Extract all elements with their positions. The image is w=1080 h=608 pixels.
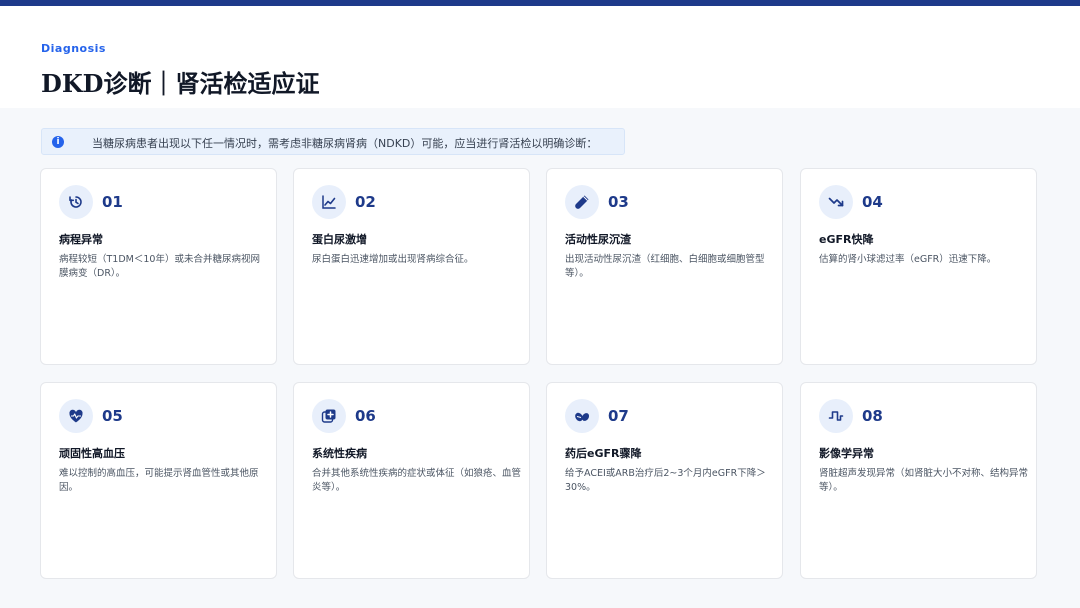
card-description: 出现活动性尿沉渣（红细胞、白细胞或细胞管型等）。	[565, 254, 765, 279]
medical-add-icon	[312, 399, 346, 433]
info-icon: i	[52, 136, 64, 148]
card-02: 02 蛋白尿激增 尿白蛋白迅速增加或出现肾病综合征。	[293, 168, 530, 365]
section-kicker: Diagnosis	[41, 42, 106, 55]
card-description: 肾脏超声发现异常（如肾脏大小不对称、结构异常等）。	[819, 468, 1029, 493]
card-number: 07	[608, 407, 629, 425]
card-title: 活动性尿沉渣	[565, 233, 631, 246]
card-title: eGFR快降	[819, 233, 874, 246]
card-description: 尿白蛋白迅速增加或出现肾病综合征。	[312, 254, 474, 265]
card-title: 蛋白尿激增	[312, 233, 367, 246]
card-number: 06	[355, 407, 376, 425]
card-title: 病程异常	[59, 233, 103, 246]
card-04: 04 eGFR快降 估算的肾小球滤过率（eGFR）迅速下降。	[800, 168, 1037, 365]
history-icon	[59, 185, 93, 219]
notice-banner: i 当糖尿病患者出现以下任一情况时，需考虑非糖尿病肾病（NDKD）可能，应当进行…	[41, 128, 625, 155]
heart-pulse-icon	[59, 399, 93, 433]
trend-up-icon	[312, 185, 346, 219]
card-number: 04	[862, 193, 883, 211]
pills-icon	[565, 399, 599, 433]
card-title: 影像学异常	[819, 447, 874, 460]
card-title: 药后eGFR骤降	[565, 447, 642, 460]
trend-down-icon	[819, 185, 853, 219]
card-description: 病程较短（T1DM＜10年）或未合并糖尿病视网膜病变（DR）。	[59, 254, 260, 279]
card-description: 合并其他系统性疾病的症状或体征（如狼疮、血管炎等）。	[312, 468, 522, 493]
card-title: 系统性疾病	[312, 447, 367, 460]
page-title: DKD诊断｜肾活检适应证	[41, 69, 320, 98]
card-number: 08	[862, 407, 883, 425]
card-06: 06 系统性疾病 合并其他系统性疾病的症状或体征（如狼疮、血管炎等）。	[293, 382, 530, 579]
card-08: 08 影像学异常 肾脏超声发现异常（如肾脏大小不对称、结构异常等）。	[800, 382, 1037, 579]
card-title: 顽固性高血压	[59, 447, 125, 460]
card-number: 02	[355, 193, 376, 211]
card-03: 03 活动性尿沉渣 出现活动性尿沉渣（红细胞、白细胞或细胞管型等）。	[546, 168, 783, 365]
card-description: 难以控制的高血压，可能提示肾血管性或其他原因。	[59, 468, 259, 493]
waveform-icon	[819, 399, 853, 433]
card-description: 估算的肾小球滤过率（eGFR）迅速下降。	[819, 254, 997, 265]
card-number: 05	[102, 407, 123, 425]
page-header: Diagnosis DKD诊断｜肾活检适应证	[0, 6, 1080, 108]
card-07: 07 药后eGFR骤降 给予ACEI或ARB治疗后2~3个月内eGFR下降＞30…	[546, 382, 783, 579]
card-description: 给予ACEI或ARB治疗后2~3个月内eGFR下降＞30%。	[565, 468, 766, 493]
notice-text: 当糖尿病患者出现以下任一情况时，需考虑非糖尿病肾病（NDKD）可能，应当进行肾活…	[92, 137, 598, 150]
card-number: 03	[608, 193, 629, 211]
vial-icon	[565, 185, 599, 219]
card-number: 01	[102, 193, 123, 211]
card-01: 01 病程异常 病程较短（T1DM＜10年）或未合并糖尿病视网膜病变（DR）。	[40, 168, 277, 365]
card-05: 05 顽固性高血压 难以控制的高血压，可能提示肾血管性或其他原因。	[40, 382, 277, 579]
